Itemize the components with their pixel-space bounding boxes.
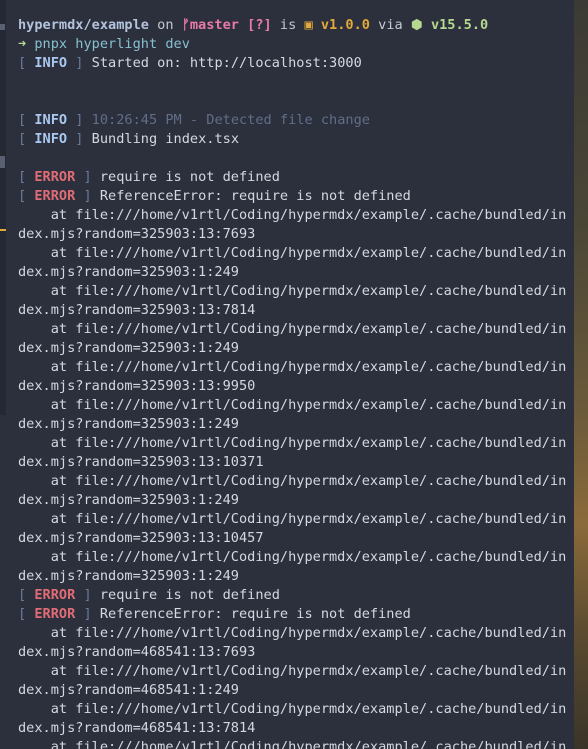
stack-trace-line: at file:///home/v1rtl/Coding/hypermdx/ex… xyxy=(18,473,567,489)
node-version: v15.5.0 xyxy=(430,17,489,33)
stack-trace-line: at file:///home/v1rtl/Coding/hypermdx/ex… xyxy=(18,435,567,451)
stack-trace-line: at file:///home/v1rtl/Coding/hypermdx/ex… xyxy=(18,321,567,337)
error-tag: ERROR xyxy=(34,188,76,204)
info-tag: INFO xyxy=(34,131,68,147)
stack-trace-line: dex.mjs?random=325903:1:249 xyxy=(18,568,239,584)
error-tag: ERROR xyxy=(34,587,76,603)
terminal-output[interactable]: hypermdx/example on ᚠmaster [?] is ▣ v1.… xyxy=(18,16,574,749)
log-line: [ INFO ] 10:26:45 PM - Detected file cha… xyxy=(18,112,370,128)
stack-trace-line: at file:///home/v1rtl/Coding/hypermdx/ex… xyxy=(18,511,567,527)
log-line: [ INFO ] Started on: http://localhost:30… xyxy=(18,55,362,71)
stack-trace-line: dex.mjs?random=325903:13:7814 xyxy=(18,302,256,318)
scroll-marker xyxy=(0,229,6,231)
stack-trace-line: at file:///home/v1rtl/Coding/hypermdx/ex… xyxy=(18,549,567,565)
terminal-window[interactable]: hypermdx/example on ᚠmaster [?] is ▣ v1.… xyxy=(0,0,574,749)
stack-trace-line: at file:///home/v1rtl/Coding/hypermdx/ex… xyxy=(18,359,567,375)
error-line: [ ERROR ] ReferenceError: require is not… xyxy=(18,188,411,204)
log-line: [ INFO ] Bundling index.tsx xyxy=(18,131,239,147)
stack-trace-line: dex.mjs?random=325903:13:7693 xyxy=(18,226,256,242)
prompt-line: hypermdx/example on ᚠmaster [?] is ▣ v1.… xyxy=(18,17,489,33)
stack-trace-line: dex.mjs?random=468541:13:7693 xyxy=(18,644,256,660)
stack-trace-line: dex.mjs?random=325903:13:10371 xyxy=(18,454,264,470)
prompt-path: hypermdx/example xyxy=(18,17,149,33)
stack-trace-line: at file:///home/v1rtl/Coding/hypermdx/ex… xyxy=(18,283,567,299)
command-text: pnpx hyperlight dev xyxy=(34,36,190,52)
git-branch: master xyxy=(189,17,239,33)
stack-trace-line: dex.mjs?random=468541:1:249 xyxy=(18,682,239,698)
stack-trace-line: at file:///home/v1rtl/Coding/hypermdx/ex… xyxy=(18,397,567,413)
error-tag: ERROR xyxy=(34,606,76,622)
prompt-arrow-icon: ➜ xyxy=(18,36,35,52)
nodejs-icon: ⬢ xyxy=(410,17,431,33)
info-tag: INFO xyxy=(34,112,68,128)
stack-trace-line: at file:///home/v1rtl/Coding/hypermdx/ex… xyxy=(18,739,567,749)
error-tag: ERROR xyxy=(34,169,76,185)
stack-trace-line: at file:///home/v1rtl/Coding/hypermdx/ex… xyxy=(18,663,567,679)
error-line: [ ERROR ] ReferenceError: require is not… xyxy=(18,606,411,622)
command-line: ➜ pnpx hyperlight dev xyxy=(18,35,574,54)
desktop-wallpaper xyxy=(574,0,588,749)
git-status: [?] xyxy=(238,17,272,33)
stack-trace-line: at file:///home/v1rtl/Coding/hypermdx/ex… xyxy=(18,245,567,261)
stack-trace-line: dex.mjs?random=325903:1:249 xyxy=(18,416,239,432)
git-branch-icon: ᚠ xyxy=(181,17,190,33)
terminal-gutter xyxy=(0,0,6,415)
stack-trace-line: at file:///home/v1rtl/Coding/hypermdx/ex… xyxy=(18,701,567,717)
stack-trace-line: at file:///home/v1rtl/Coding/hypermdx/ex… xyxy=(18,625,567,641)
timestamp: 10:26:45 PM - Detected file change xyxy=(83,112,370,128)
info-tag: INFO xyxy=(34,55,68,71)
stack-trace-line: dex.mjs?random=325903:1:249 xyxy=(18,492,239,508)
package-version: v1.0.0 xyxy=(320,17,370,33)
stack-trace-line: dex.mjs?random=325903:13:10457 xyxy=(18,530,264,546)
error-line: [ ERROR ] require is not defined xyxy=(18,169,280,185)
stack-trace-line: dex.mjs?random=325903:13:9950 xyxy=(18,378,256,394)
stack-trace-line: dex.mjs?random=325903:1:249 xyxy=(18,340,239,356)
stack-trace-line: dex.mjs?random=325903:1:249 xyxy=(18,264,239,280)
package-icon: ▣ xyxy=(304,17,321,33)
stack-trace-line: dex.mjs?random=468541:13:7814 xyxy=(18,720,256,736)
error-line: [ ERROR ] require is not defined xyxy=(18,587,280,603)
stack-trace-line: at file:///home/v1rtl/Coding/hypermdx/ex… xyxy=(18,207,567,223)
